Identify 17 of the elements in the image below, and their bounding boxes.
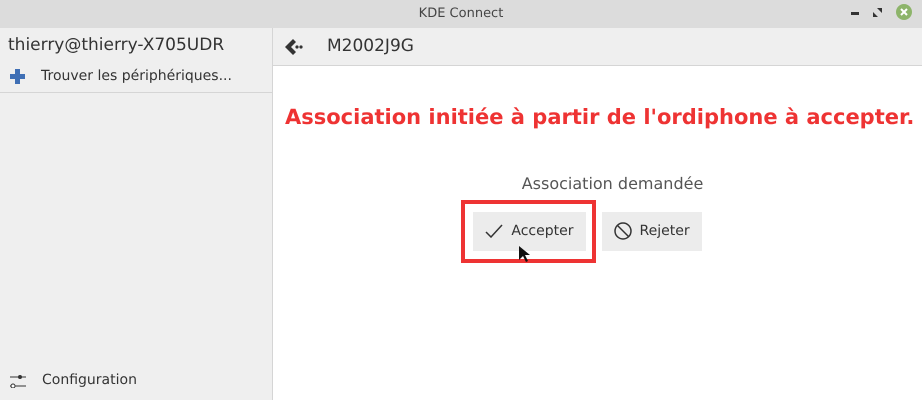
pairing-status: Association demandée: [522, 172, 704, 194]
accept-button[interactable]: Accepter: [473, 212, 586, 250]
minimize-icon[interactable]: [851, 12, 859, 16]
host-name: thierry@thierry-X705UDR: [7, 34, 226, 57]
configuration-button[interactable]: Configuration: [0, 365, 147, 396]
device-name: M2002J9G: [327, 34, 414, 58]
mouse-pointer-icon: [519, 246, 530, 262]
cancel-icon: [614, 222, 632, 240]
check-icon: [485, 224, 504, 238]
find-devices-button[interactable]: Trouver les périphériques...: [0, 61, 242, 92]
annotation-text: Association initiée à partir de l'ordiphone à accepter.: [284, 104, 916, 131]
device-icon: [285, 38, 303, 54]
plus-icon: [10, 69, 25, 84]
sliders-icon: [10, 374, 26, 388]
maximize-icon[interactable]: [873, 8, 882, 16]
reject-button[interactable]: Rejeter: [602, 212, 702, 250]
window-title: KDE Connect: [418, 5, 504, 23]
